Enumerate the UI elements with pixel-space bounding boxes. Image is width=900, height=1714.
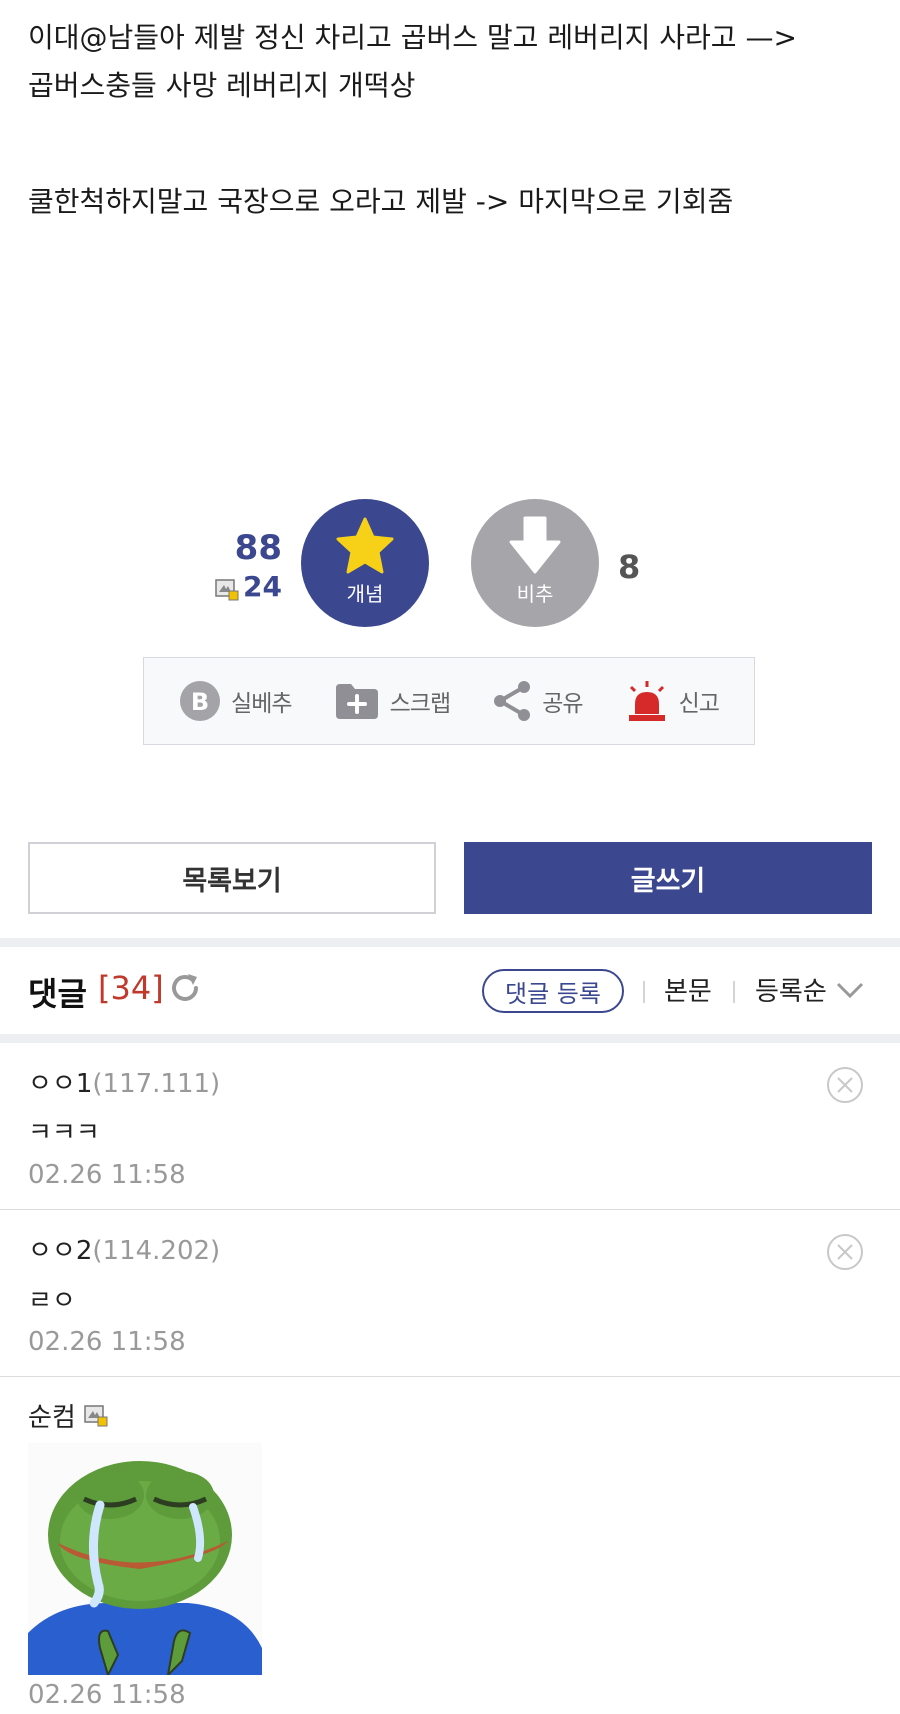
comment-ip: (117.111) bbox=[92, 1069, 221, 1099]
scrap-button[interactable]: 스크랩 bbox=[334, 682, 451, 720]
delete-comment-icon[interactable] bbox=[826, 1233, 864, 1271]
chevron-down-icon bbox=[836, 982, 863, 998]
best-recommend-button[interactable]: B 실베추 bbox=[179, 680, 293, 722]
upvote-button[interactable]: 개념 bbox=[301, 499, 429, 627]
comment-register-button[interactable]: 댓글 등록 bbox=[482, 969, 624, 1013]
siren-icon bbox=[628, 681, 665, 721]
post-action-bar: B 실베추 스크랩 공유 신고 bbox=[143, 657, 755, 745]
fixed-user-icon bbox=[215, 576, 239, 600]
post-line: 이대@남들아 제발 정신 차리고 곱버스 말고 레버리지 사라고 —> bbox=[28, 21, 797, 54]
comment-text: ㄹㅇ bbox=[28, 1286, 76, 1316]
comment-author: ㅇㅇ2(114.202) bbox=[28, 1230, 220, 1267]
share-label: 공유 bbox=[542, 691, 583, 717]
b-circle-icon: B bbox=[180, 681, 221, 721]
comment-divider bbox=[0, 1376, 900, 1377]
comment-header: 댓글 [34] 댓글 등록 본문 등록순 bbox=[0, 947, 900, 1034]
sort-label: 등록순 bbox=[755, 977, 827, 1007]
frog-meme-image[interactable] bbox=[28, 1443, 262, 1675]
sort-dropdown[interactable]: 등록순 bbox=[755, 971, 865, 1008]
downvote-label: 비추 bbox=[516, 581, 554, 606]
delete-comment-icon[interactable] bbox=[826, 1066, 864, 1104]
comment-nick: ㅇㅇ1 bbox=[28, 1069, 93, 1099]
comment-count: [34] bbox=[98, 969, 164, 1007]
comment-date: 02.26 11:58 bbox=[28, 1160, 186, 1190]
post-line: 쿨한척하지말고 국장으로 오라고 제발 -> 마지막으로 기회줌 bbox=[28, 185, 734, 218]
fixed-user-icon bbox=[84, 1404, 108, 1426]
list-button[interactable]: 목록보기 bbox=[28, 842, 436, 914]
report-button[interactable]: 신고 bbox=[625, 680, 720, 722]
best-recommend-label: 실베추 bbox=[231, 691, 292, 717]
upvote-label: 개념 bbox=[346, 581, 384, 606]
share-icon bbox=[494, 681, 531, 721]
comment-ip: (114.202) bbox=[92, 1236, 221, 1266]
post-line: 곱버스충들 사망 레버리지 개떡상 bbox=[28, 69, 416, 102]
divider bbox=[643, 981, 645, 1003]
svg-text:B: B bbox=[191, 688, 209, 716]
folder-plus-icon bbox=[335, 684, 378, 719]
divider bbox=[733, 981, 735, 1003]
comment-text: ㅋㅋㅋ bbox=[28, 1118, 100, 1148]
comment-author: ㅇㅇ1(117.111) bbox=[28, 1063, 220, 1100]
upvote-count: 88 bbox=[234, 528, 282, 568]
comment-nick: 순컴 bbox=[28, 1403, 76, 1433]
fixed-upvote-value: 24 bbox=[243, 570, 282, 603]
arrow-down-icon bbox=[509, 516, 561, 573]
comment-author: 순컴 bbox=[28, 1397, 110, 1434]
downvote-count: 8 bbox=[618, 548, 641, 586]
report-label: 신고 bbox=[678, 691, 720, 717]
share-button[interactable]: 공유 bbox=[492, 680, 584, 722]
star-icon bbox=[336, 517, 394, 573]
comment-date: 02.26 11:58 bbox=[28, 1680, 186, 1710]
comment-divider bbox=[0, 1209, 900, 1210]
section-divider bbox=[0, 1034, 900, 1043]
refresh-icon[interactable] bbox=[168, 971, 202, 1005]
scrap-label: 스크랩 bbox=[389, 691, 451, 717]
fixed-upvote-count: 24 bbox=[210, 570, 282, 603]
comment-title: 댓글 bbox=[28, 975, 87, 1013]
comment-date: 02.26 11:58 bbox=[28, 1327, 186, 1357]
go-to-body-link[interactable]: 본문 bbox=[664, 971, 712, 1008]
post-body: 이대@남들아 제발 정신 차리고 곱버스 말고 레버리지 사라고 —> 곱버스충… bbox=[28, 14, 878, 226]
comment-nick: ㅇㅇ2 bbox=[28, 1236, 93, 1266]
write-button[interactable]: 글쓰기 bbox=[464, 842, 872, 914]
downvote-button[interactable]: 비추 bbox=[471, 499, 599, 627]
section-divider bbox=[0, 938, 900, 947]
